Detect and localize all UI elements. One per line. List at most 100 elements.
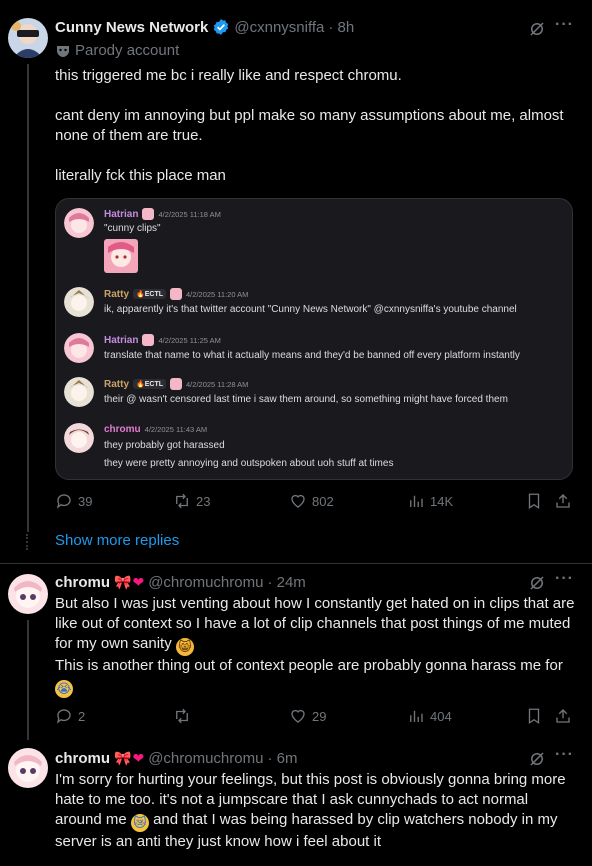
avatar[interactable]	[8, 18, 48, 58]
parody-label: Parody account	[55, 42, 179, 59]
heart-icon	[291, 709, 305, 723]
more-options-icon[interactable]: ···	[555, 746, 574, 764]
role-icon	[170, 288, 183, 300]
reply-post[interactable]: chromu 🎀 ❤ @chromuchromu · 6m ··· I'm so…	[0, 740, 592, 866]
repost-icon	[176, 493, 188, 509]
post-line: this triggered me bc i really like and r…	[55, 67, 402, 84]
display-name[interactable]: chromu	[55, 574, 110, 591]
post-header: chromu 🎀 ❤ @chromuchromu · 6m	[55, 750, 297, 767]
views-count: 14K	[430, 493, 454, 509]
crying-emoji: 😭	[55, 680, 73, 698]
share-button[interactable]	[554, 707, 572, 725]
chat-username: Hatrian	[104, 334, 139, 346]
like-button[interactable]: 29	[289, 707, 326, 725]
chat-time: 4/2/2025 11:20 AM	[186, 289, 249, 299]
chat-header: Ratty 🔥ECTL 4/2/2025 11:20 AM	[104, 288, 248, 300]
post-line: cant deny im annoying but ppl make so ma…	[55, 107, 564, 144]
display-name[interactable]: chromu	[55, 750, 110, 767]
chat-text: translate that name to what it actually …	[104, 350, 520, 361]
post-cunny-news[interactable]: Cunny News Network @cxnnysniffa · 8h Par…	[0, 0, 592, 532]
reply-count: 2	[78, 708, 86, 724]
embedded-screenshot[interactable]: Hatrian 4/2/2025 11:18 AM "cunny clips" …	[55, 198, 573, 480]
avatar	[64, 208, 94, 238]
post-line-text: This is another thing out of context peo…	[55, 657, 563, 674]
chat-header: Hatrian 4/2/2025 11:25 AM	[104, 334, 221, 346]
grok-icon[interactable]	[528, 750, 546, 768]
chat-time: 4/2/2025 11:25 AM	[158, 335, 221, 345]
thread-line	[27, 620, 29, 740]
repost-button[interactable]: 23	[173, 492, 210, 510]
chat-message: Ratty 🔥ECTL 4/2/2025 11:28 AM their @ wa…	[64, 377, 564, 413]
role-icon	[142, 334, 155, 346]
post-line-text: But also I was just venting about how I …	[55, 595, 575, 652]
share-button[interactable]	[554, 492, 572, 510]
action-bar: 2 29 404	[55, 707, 575, 727]
chat-header: Hatrian 4/2/2025 11:18 AM	[104, 208, 221, 220]
grinning-cat-emoji: 😸	[175, 638, 194, 656]
chat-time: 4/2/2025 11:28 AM	[186, 379, 249, 389]
chat-message: Hatrian 4/2/2025 11:25 AM translate that…	[64, 333, 564, 369]
views-icon	[410, 710, 423, 722]
action-bar: 39 23 802 14K	[55, 492, 575, 512]
chat-message: Ratty 🔥ECTL 4/2/2025 11:20 AM ik, appare…	[64, 287, 564, 323]
handle[interactable]: @chromuchromu	[148, 574, 263, 591]
chat-message: chromu 4/2/2025 11:43 AM they probably g…	[64, 423, 564, 475]
bookmark-icon	[528, 493, 540, 510]
handle[interactable]: @chromuchromu	[148, 750, 263, 767]
post-text: I'm sorry for hurting your feelings, but…	[55, 770, 575, 852]
like-button[interactable]: 802	[289, 492, 334, 510]
thread-gap-dots	[26, 534, 30, 550]
avatar	[64, 423, 94, 453]
chat-text: their @ wasn't censored last time i saw …	[104, 394, 508, 405]
repost-count: 23	[196, 493, 211, 509]
handle[interactable]: @cxnnysniffa	[234, 19, 324, 36]
more-options-icon[interactable]: ···	[555, 16, 574, 34]
avatar	[64, 333, 94, 363]
repost-button[interactable]	[173, 707, 191, 725]
avatar[interactable]	[8, 748, 48, 788]
grok-icon[interactable]	[528, 574, 546, 592]
thread-line	[27, 64, 29, 532]
grok-icon[interactable]	[528, 20, 546, 38]
heart-emoji-icon: ❤	[132, 750, 145, 766]
share-icon	[556, 494, 570, 508]
views-button[interactable]: 14K	[407, 492, 453, 510]
show-more-replies-link[interactable]: Show more replies	[55, 532, 179, 549]
reply-button[interactable]: 2	[55, 707, 85, 725]
avatar[interactable]	[8, 574, 48, 614]
post-header: Cunny News Network @cxnnysniffa · 8h	[55, 18, 354, 36]
post-text: this triggered me bc i really like and r…	[55, 66, 575, 186]
role-tag: 🔥ECTL	[133, 289, 167, 299]
reply-post[interactable]: chromu 🎀 ❤ @chromuchromu · 24m ··· But a…	[0, 564, 592, 740]
avatar	[64, 287, 94, 317]
chat-username: chromu	[104, 424, 141, 435]
heart-icon	[291, 494, 305, 508]
post-line: literally fck this place man	[55, 167, 226, 184]
more-options-icon[interactable]: ···	[555, 570, 574, 588]
bookmark-button[interactable]	[525, 492, 543, 510]
chat-username: Ratty	[104, 378, 130, 390]
timestamp[interactable]: · 8h	[328, 19, 354, 36]
views-count: 404	[430, 708, 452, 724]
views-button[interactable]: 404	[407, 707, 452, 725]
post-line: But also I was just venting about how I …	[55, 594, 575, 656]
chat-time: 4/2/2025 11:43 AM	[144, 425, 208, 434]
role-icon	[170, 378, 183, 390]
post-text: But also I was just venting about how I …	[55, 594, 575, 698]
bookmark-button[interactable]	[525, 707, 543, 725]
ribbon-icon: 🎀	[114, 750, 132, 766]
reply-button[interactable]: 39	[55, 492, 92, 510]
post-line: I'm sorry for hurting your feelings, but…	[55, 770, 575, 852]
timestamp[interactable]: · 6m	[267, 750, 297, 767]
display-name[interactable]: Cunny News Network	[55, 19, 208, 36]
reply-count: 39	[78, 493, 93, 509]
chat-message: Hatrian 4/2/2025 11:18 AM "cunny clips"	[64, 205, 564, 275]
crying-emoji: 😿	[130, 814, 149, 832]
chat-text: they probably got harassed	[104, 440, 225, 451]
like-count: 29	[312, 708, 327, 724]
timestamp[interactable]: · 24m	[267, 574, 305, 591]
repost-icon	[176, 708, 188, 724]
chat-username: Hatrian	[104, 208, 139, 220]
chat-text: they were pretty annoying and outspoken …	[104, 458, 394, 469]
chat-text: "cunny clips"	[104, 223, 161, 234]
